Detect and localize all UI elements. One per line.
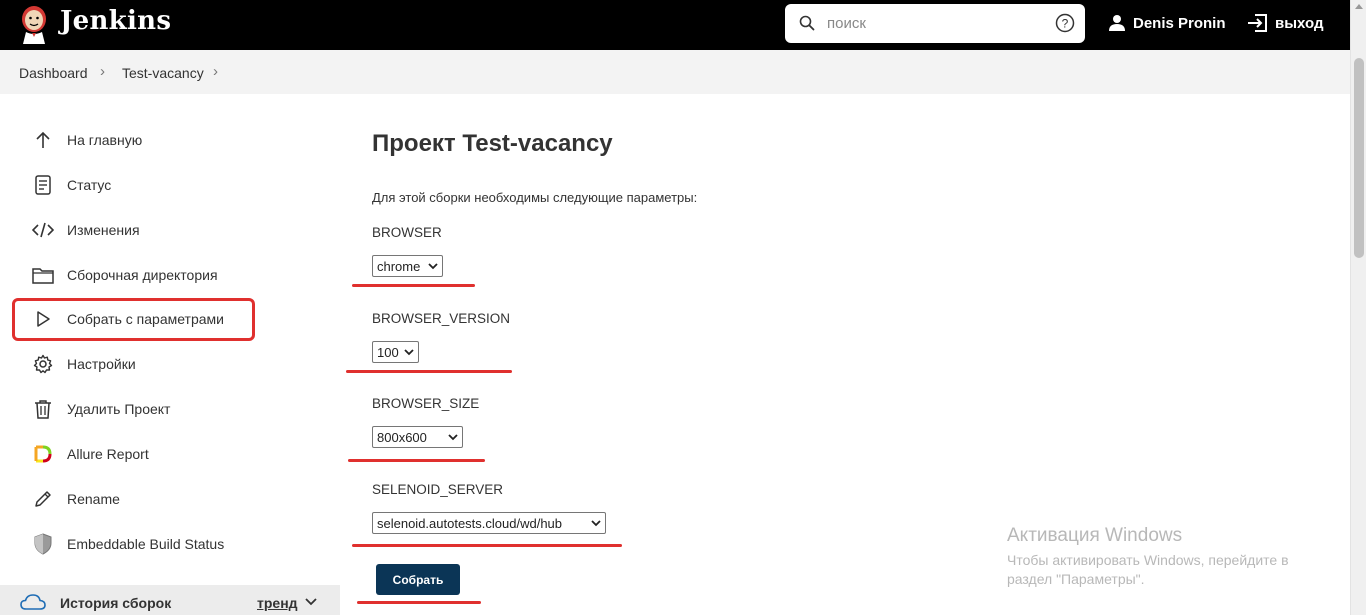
- sidebar-item-label: Статус: [67, 177, 112, 193]
- watermark-title: Активация Windows: [1007, 525, 1183, 546]
- trend-link[interactable]: тренд: [257, 595, 298, 611]
- sidebar-item-build-with-parameters[interactable]: Собрать с параметрами: [32, 307, 224, 331]
- param-label-browser-version: BROWSER_VERSION: [372, 311, 511, 326]
- select-value: chrome: [377, 258, 421, 274]
- sidebar-item-label: Rename: [67, 491, 120, 507]
- parameters-intro: Для этой сборки необходимы следующие пар…: [372, 190, 698, 205]
- chevron-down-icon: [428, 262, 438, 269]
- build-history-panel[interactable]: История сборок тренд: [0, 585, 340, 615]
- sidebar-item-embeddable-build-status[interactable]: Embeddable Build Status: [32, 532, 224, 556]
- svg-text:?: ?: [1062, 17, 1069, 31]
- logout-icon: [1248, 14, 1267, 32]
- sidebar-item-label: На главную: [67, 132, 143, 148]
- watermark-line: Чтобы активировать Windows, перейдите в: [1007, 552, 1289, 568]
- breadcrumb-project[interactable]: Test-vacancy: [122, 65, 204, 81]
- annotation-underline: [346, 370, 512, 373]
- breadcrumb: Dashboard › Test-vacancy ›: [0, 50, 1350, 94]
- top-header: Jenkins ? Denis Pronin выход: [0, 0, 1366, 50]
- folder-icon: [32, 264, 54, 286]
- jenkins-logo[interactable]: [18, 4, 50, 44]
- code-icon: [32, 219, 54, 241]
- sidebar-item-configure[interactable]: Настройки: [32, 352, 136, 376]
- sidebar-item-home[interactable]: На главную: [32, 128, 142, 152]
- chevron-down-icon: [591, 519, 601, 526]
- annotation-underline: [348, 459, 485, 462]
- param-label-browser: BROWSER: [372, 225, 442, 240]
- help-icon[interactable]: ?: [1055, 13, 1075, 33]
- build-button[interactable]: Собрать: [376, 564, 460, 595]
- breadcrumb-separator: ›: [100, 63, 105, 80]
- breadcrumb-dashboard[interactable]: Dashboard: [19, 65, 88, 81]
- trash-icon: [32, 398, 54, 420]
- sidebar-item-rename[interactable]: Rename: [32, 487, 120, 511]
- vertical-scrollbar[interactable]: [1350, 0, 1366, 615]
- jenkins-butler-icon: [22, 6, 46, 44]
- param-label-browser-size: BROWSER_SIZE: [372, 396, 480, 411]
- chevron-down-icon: [448, 433, 458, 440]
- sidebar-item-label: Allure Report: [67, 446, 149, 462]
- search-box[interactable]: ?: [785, 4, 1085, 43]
- sidebar-item-label: Собрать с параметрами: [67, 311, 224, 327]
- pencil-icon: [32, 488, 54, 510]
- chevron-down-icon: [404, 348, 414, 355]
- user-name: Denis Pronin: [1133, 14, 1226, 32]
- watermark-line: раздел "Параметры".: [1007, 571, 1145, 587]
- sidebar-item-changes[interactable]: Изменения: [32, 218, 140, 242]
- windows-activation-watermark: Активация Windows Чтобы активировать Win…: [1007, 525, 1289, 589]
- selenoid-server-select[interactable]: selenoid.autotests.cloud/wd/hub: [372, 512, 606, 534]
- allure-icon: [32, 443, 54, 465]
- chevron-down-icon[interactable]: [304, 597, 318, 607]
- sidebar-item-label: Сборочная директория: [67, 267, 218, 283]
- breadcrumb-separator[interactable]: ›: [213, 63, 218, 80]
- shield-icon: [32, 533, 54, 555]
- scroll-thumb[interactable]: [1354, 58, 1364, 258]
- build-history-title: История сборок: [60, 595, 172, 611]
- user-icon: [1109, 15, 1125, 31]
- logout-label: выход: [1275, 14, 1324, 32]
- play-icon: [32, 308, 54, 330]
- annotation-underline: [352, 284, 475, 287]
- select-value: selenoid.autotests.cloud/wd/hub: [377, 515, 563, 531]
- search-input[interactable]: [827, 12, 1037, 34]
- select-value: 800x600: [377, 429, 427, 445]
- gear-icon: [32, 353, 54, 375]
- search-icon: [799, 15, 815, 31]
- browser-version-select[interactable]: 100: [372, 341, 419, 363]
- user-menu[interactable]: Denis Pronin: [1108, 14, 1226, 32]
- browser-select[interactable]: chrome: [372, 255, 443, 277]
- browser-size-select[interactable]: 800x600: [372, 426, 463, 448]
- app-title[interactable]: Jenkins: [60, 6, 171, 36]
- arrow-up-icon: [32, 129, 54, 151]
- sidebar-item-label: Удалить Проект: [67, 401, 171, 417]
- annotation-underline: [357, 601, 481, 604]
- annotation-underline: [352, 544, 622, 547]
- param-label-selenoid-server: SELENOID_SERVER: [372, 482, 504, 497]
- sidebar-item-allure-report[interactable]: Allure Report: [32, 442, 149, 466]
- sidebar-item-label: Настройки: [67, 356, 136, 372]
- document-icon: [32, 174, 54, 196]
- sidebar-item-label: Изменения: [67, 222, 140, 238]
- sidebar-item-workspace[interactable]: Сборочная директория: [32, 263, 218, 287]
- select-value: 100: [377, 344, 399, 360]
- sidebar-item-status[interactable]: Статус: [32, 173, 111, 197]
- cloud-icon: [20, 594, 46, 610]
- scroll-up-arrow[interactable]: [1355, 4, 1363, 9]
- sidebar-item-delete-project[interactable]: Удалить Проект: [32, 397, 170, 421]
- sidebar-item-label: Embeddable Build Status: [67, 536, 225, 552]
- logout-link[interactable]: выход: [1247, 13, 1324, 33]
- page-title: Проект Test-vacancy: [372, 130, 613, 157]
